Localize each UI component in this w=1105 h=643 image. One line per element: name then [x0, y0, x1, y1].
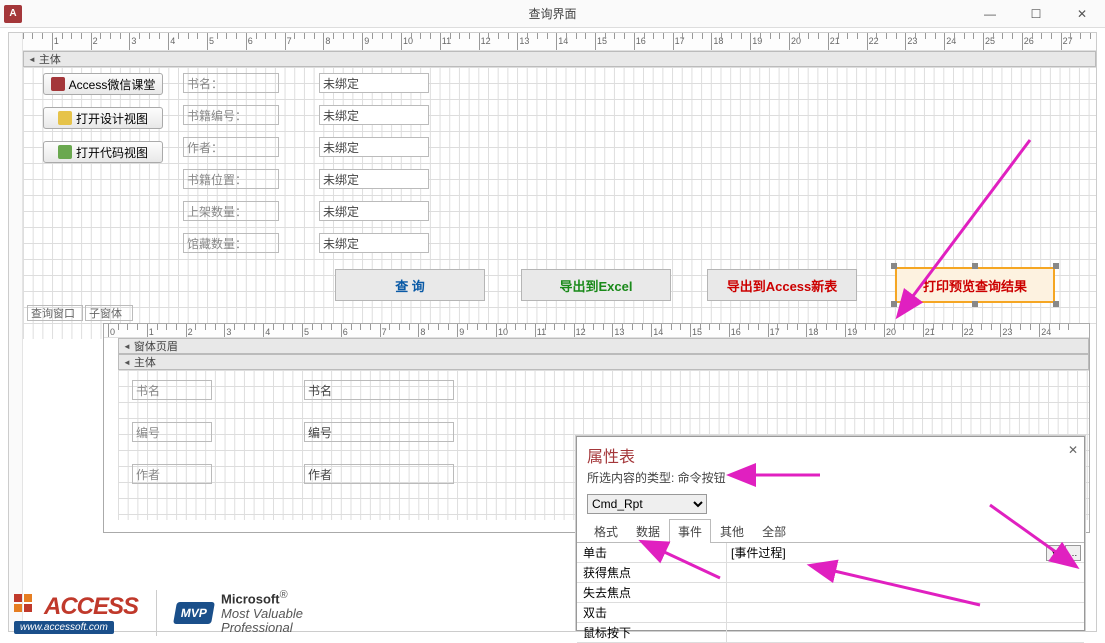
label-collection[interactable]: 馆藏数量： [183, 233, 279, 253]
ruler-horizontal-inner: 0123456789101112131415161718192021222324 [104, 324, 1089, 338]
property-grid: 单击 [事件过程] ▾ … 获得焦点 失去焦点 双击 鼠标按下 [577, 543, 1084, 643]
text-book-name[interactable]: 未绑定 [319, 73, 429, 93]
print-preview-button[interactable]: 打印预览查询结果 [895, 267, 1055, 303]
close-button[interactable]: ✕ [1059, 0, 1105, 28]
dropdown-icon[interactable]: ▾ [1046, 545, 1062, 561]
subform-section-header-main[interactable]: 主体 [118, 354, 1089, 370]
subform-main-label: 主体 [134, 354, 156, 370]
property-object-select[interactable]: Cmd_Rpt [587, 494, 707, 514]
property-sheet-subtitle: 所选内容的类型: 命令按钮 [577, 469, 1084, 492]
open-design-view-button[interactable]: 打开设计视图 [43, 107, 163, 129]
section-main-label: 主体 [39, 51, 61, 67]
code-icon [58, 145, 72, 159]
ellipsis-button[interactable]: … [1065, 545, 1081, 561]
prop-row-gotfocus[interactable]: 获得焦点 [577, 563, 1084, 583]
access-icon [51, 77, 65, 91]
sf-text-bookno[interactable]: 编号 [304, 422, 454, 442]
property-sheet-title: 属性表 [577, 437, 1084, 469]
selection-handle[interactable] [972, 301, 978, 307]
window-controls: — ☐ ✕ [967, 0, 1105, 28]
export-access-button[interactable]: 导出到Access新表 [707, 269, 857, 301]
minimize-button[interactable]: — [967, 0, 1013, 28]
access-squares-icon [14, 594, 40, 620]
sf-label-bookname[interactable]: 书名 [132, 380, 212, 400]
label-child-form[interactable]: 子窗体 [85, 305, 133, 321]
text-location[interactable]: 未绑定 [319, 169, 429, 189]
open-design-view-label: 打开设计视图 [76, 110, 148, 127]
tab-other[interactable]: 其他 [711, 519, 753, 543]
sf-label-author[interactable]: 作者 [132, 464, 212, 484]
label-query-window[interactable]: 查询窗口 [27, 305, 83, 321]
property-tabs: 格式 数据 事件 其他 全部 [577, 518, 1084, 543]
text-book-no[interactable]: 未绑定 [319, 105, 429, 125]
subform-formheader-label: 窗体页眉 [134, 338, 178, 354]
ruler-horizontal-outer: 0123456789101112131415161718192021222324… [9, 33, 1096, 51]
wechat-classroom-label: Access微信课堂 [69, 76, 156, 93]
access-url: www.accessoft.com [14, 621, 114, 634]
wechat-classroom-button[interactable]: Access微信课堂 [43, 73, 163, 95]
label-author[interactable]: 作者： [183, 137, 279, 157]
selection-handle[interactable] [1053, 301, 1059, 307]
footer-logos: ACCESS www.accessoft.com MVP Microsoft® … [14, 590, 303, 636]
pencil-icon [58, 111, 72, 125]
label-book-name[interactable]: 书名： [183, 73, 279, 93]
window-title: 查询界面 [528, 5, 576, 22]
divider [156, 590, 157, 636]
ruler-vertical-outer [9, 33, 23, 631]
query-button[interactable]: 查 询 [335, 269, 485, 301]
mvp-logo: MVP Microsoft® Most Valuable Professiona… [175, 590, 303, 635]
label-location[interactable]: 书籍位置： [183, 169, 279, 189]
access-logo: ACCESS www.accessoft.com [14, 593, 138, 634]
property-sheet-close-button[interactable]: ✕ [1068, 443, 1078, 457]
tab-event[interactable]: 事件 [669, 519, 711, 543]
tab-format[interactable]: 格式 [585, 519, 627, 543]
text-collection[interactable]: 未绑定 [319, 233, 429, 253]
property-sheet[interactable]: ✕ 属性表 所选内容的类型: 命令按钮 Cmd_Rpt 格式 数据 事件 其他 … [576, 436, 1085, 631]
tab-data[interactable]: 数据 [627, 519, 669, 543]
selection-handle[interactable] [972, 263, 978, 269]
prop-row-mousedown[interactable]: 鼠标按下 [577, 623, 1084, 643]
maximize-button[interactable]: ☐ [1013, 0, 1059, 28]
open-code-view-label: 打开代码视图 [76, 144, 148, 161]
open-code-view-button[interactable]: 打开代码视图 [43, 141, 163, 163]
app-icon [4, 5, 22, 23]
prop-row-dblclick[interactable]: 双击 [577, 603, 1084, 623]
subform-section-header-formheader[interactable]: 窗体页眉 [118, 338, 1089, 354]
selection-handle[interactable] [891, 301, 897, 307]
mvp-badge-icon: MVP [173, 602, 215, 624]
selection-handle[interactable] [891, 263, 897, 269]
prop-row-click[interactable]: 单击 [事件过程] ▾ … [577, 543, 1084, 563]
title-bar: 查询界面 — ☐ ✕ [0, 0, 1105, 28]
sf-text-author[interactable]: 作者 [304, 464, 454, 484]
label-book-no[interactable]: 书籍编号： [183, 105, 279, 125]
prop-row-lostfocus[interactable]: 失去焦点 [577, 583, 1084, 603]
sf-text-bookname[interactable]: 书名 [304, 380, 454, 400]
sf-label-bookno[interactable]: 编号 [132, 422, 212, 442]
text-onshelf[interactable]: 未绑定 [319, 201, 429, 221]
prop-click-value[interactable]: [事件过程] [731, 544, 786, 561]
section-header-main[interactable]: 主体 [23, 51, 1096, 67]
selection-handle[interactable] [1053, 263, 1059, 269]
export-excel-button[interactable]: 导出到Excel [521, 269, 671, 301]
text-author[interactable]: 未绑定 [319, 137, 429, 157]
tab-all[interactable]: 全部 [753, 519, 795, 543]
section-main-body[interactable]: Access微信课堂 打开设计视图 打开代码视图 书名： 未绑定 书籍编号： 未… [23, 67, 1096, 339]
label-onshelf[interactable]: 上架数量： [183, 201, 279, 221]
